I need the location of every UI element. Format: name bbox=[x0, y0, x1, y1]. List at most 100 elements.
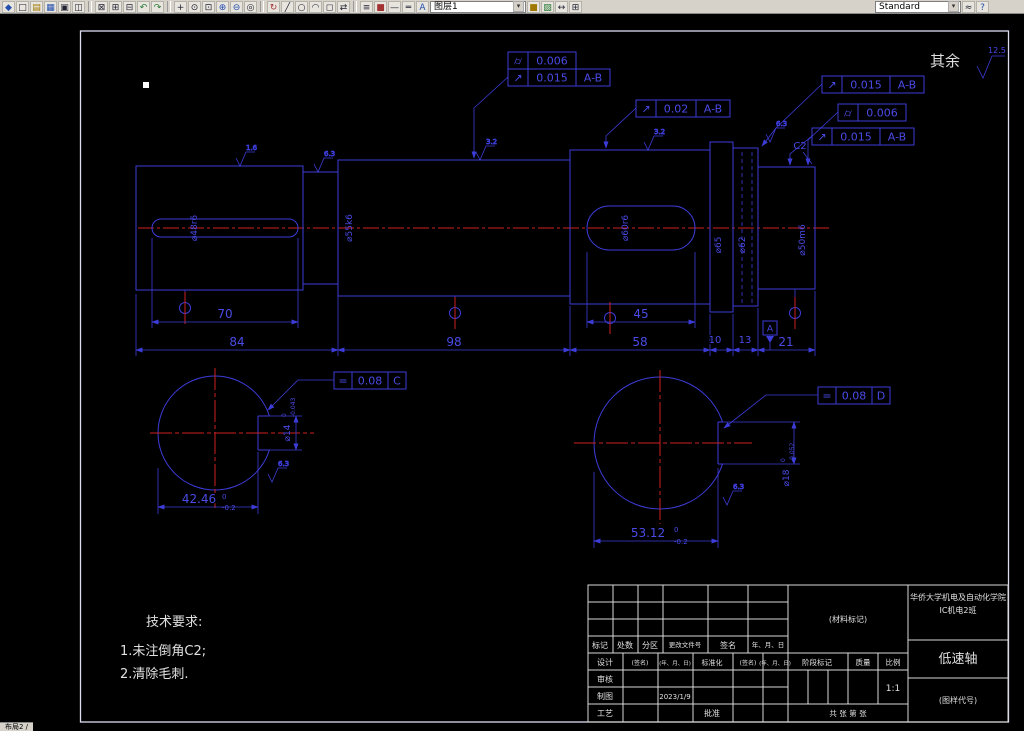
roughness-value: 3.2 bbox=[654, 128, 665, 136]
tb-header-count: 处数 bbox=[617, 640, 633, 650]
tb-draft-label: 制图 bbox=[597, 691, 613, 701]
tb-scale-label: 比例 bbox=[886, 657, 901, 667]
fcf-datum: D bbox=[877, 390, 885, 403]
fcf-symbol: = bbox=[822, 390, 831, 403]
tb-date-hint: (年、月、日) bbox=[659, 659, 691, 667]
tb-school-line2: IC机电2班 bbox=[939, 605, 976, 615]
surface-note-value: 12.5 bbox=[988, 46, 1006, 55]
draw-arc-icon[interactable]: ◠ bbox=[309, 0, 322, 13]
regen-icon[interactable]: ↻ bbox=[267, 0, 280, 13]
fcf-datum: C bbox=[393, 375, 401, 388]
toolbar-separator bbox=[88, 1, 92, 12]
tech-req-item: 2.清除毛刺. bbox=[120, 667, 189, 682]
cut-icon[interactable]: ⊠ bbox=[95, 0, 108, 13]
tb-stage-label: 阶段标记 bbox=[802, 657, 832, 667]
fcf-value: 0.015 bbox=[536, 72, 568, 85]
dimension-tool-icon[interactable]: ↔ bbox=[555, 0, 568, 13]
zoom-extents-icon[interactable]: ◎ bbox=[244, 0, 257, 13]
erase-icon[interactable]: ◻ bbox=[323, 0, 336, 13]
layout-tab[interactable]: 布局2 / bbox=[0, 722, 34, 731]
dia-label-4: ⌀65 bbox=[714, 237, 724, 254]
toolbar: ◆ □ ▤ ▦ ▣ ◫ ⊠ ⊞ ⊟ ↶ ↷ + ⊙ ⊡ ⊕ ⊖ ◎ ↻ ╱ ○ … bbox=[0, 0, 1024, 14]
open-file-icon[interactable]: ▤ bbox=[30, 0, 43, 13]
help-icon[interactable]: ? bbox=[976, 0, 989, 13]
table-tool-icon[interactable]: ⊞ bbox=[569, 0, 582, 13]
print-icon[interactable]: ▣ bbox=[58, 0, 71, 13]
dim-58: 58 bbox=[632, 335, 647, 349]
chevron-down-icon[interactable]: ▾ bbox=[513, 1, 524, 12]
layer-combo-value: 图层1 bbox=[434, 1, 458, 12]
roughness-value: 6.3 bbox=[733, 483, 744, 491]
tech-req-item: 1.未注倒角C2; bbox=[120, 644, 206, 659]
layer-color-icon[interactable]: ■ bbox=[374, 0, 387, 13]
fcf-datum: A-B bbox=[584, 72, 602, 85]
roughness-value: 6.3 bbox=[278, 460, 289, 468]
fcf-symbol: ⌭ bbox=[844, 107, 852, 120]
svg-text:-0.043: -0.043 bbox=[290, 397, 297, 417]
print-preview-icon[interactable]: ◫ bbox=[72, 0, 85, 13]
match-properties-icon[interactable]: ≈ bbox=[962, 0, 975, 13]
cad-drawing: 70 84 98 45 58 10 13 21 ⌀48r6 ⌀55k6 ⌀60r… bbox=[0, 14, 1024, 731]
pan-icon[interactable]: + bbox=[174, 0, 187, 13]
style-combo-value: Standard bbox=[879, 1, 920, 12]
surface-note-label: 其余 bbox=[930, 52, 960, 70]
dia-label-6: ⌀50m6 bbox=[798, 224, 808, 256]
dim-70: 70 bbox=[217, 307, 232, 321]
dia-label-3: ⌀60r6 bbox=[621, 215, 631, 242]
selection-grip[interactable] bbox=[143, 82, 149, 88]
linetype-icon[interactable]: — bbox=[388, 0, 401, 13]
section-b-tol-top: 0 bbox=[674, 526, 678, 534]
lineweight-icon[interactable]: ═ bbox=[402, 0, 415, 13]
zoom-in-icon[interactable]: ⊕ bbox=[216, 0, 229, 13]
roughness-value: 3.2 bbox=[486, 138, 497, 146]
hatch-tool-icon[interactable]: ▨ bbox=[541, 0, 554, 13]
move-icon[interactable]: ⇄ bbox=[337, 0, 350, 13]
paste-icon[interactable]: ⊟ bbox=[123, 0, 136, 13]
roughness-value: 6.3 bbox=[324, 150, 335, 158]
tb-header-sign: 签名 bbox=[720, 640, 736, 650]
undo-icon[interactable]: ↶ bbox=[137, 0, 150, 13]
zoom-realtime-icon[interactable]: ⊙ bbox=[188, 0, 201, 13]
fcf-symbol: ↗ bbox=[827, 79, 836, 92]
dim-45: 45 bbox=[633, 307, 648, 321]
copy-icon[interactable]: ⊞ bbox=[109, 0, 122, 13]
tb-header-doc: 更改文件号 bbox=[669, 640, 702, 649]
dim-84: 84 bbox=[229, 335, 244, 349]
fcf-symbol: ↗ bbox=[513, 72, 522, 85]
toolbar-separator bbox=[167, 1, 171, 12]
fcf-symbol: ⌭ bbox=[514, 55, 522, 68]
dim-10: 10 bbox=[709, 335, 722, 346]
color-swatch-icon[interactable]: ■ bbox=[527, 0, 540, 13]
tb-part-name: 低速轴 bbox=[938, 652, 977, 667]
fcf-value: 0.006 bbox=[866, 107, 898, 120]
fcf-symbol: ↗ bbox=[817, 131, 826, 144]
tb-school-line1: 华侨大学机电及自动化学院 bbox=[910, 592, 1006, 602]
tb-scale-value: 1:1 bbox=[886, 684, 900, 694]
zoom-out-icon[interactable]: ⊖ bbox=[230, 0, 243, 13]
save-icon[interactable]: ▦ bbox=[44, 0, 57, 13]
text-style-icon[interactable]: A bbox=[416, 0, 429, 13]
tb-sign-hint: (签名) bbox=[740, 659, 757, 667]
drawing-canvas[interactable]: 70 84 98 45 58 10 13 21 ⌀48r6 ⌀55k6 ⌀60r… bbox=[0, 14, 1024, 731]
tb-material: (材料标记) bbox=[829, 614, 867, 624]
text-style-combo[interactable]: Standard ▾ bbox=[875, 0, 961, 13]
tb-standard-label: 标准化 bbox=[702, 658, 723, 667]
tb-date-value: 2023/1/9 bbox=[659, 693, 690, 701]
draw-circle-icon[interactable]: ○ bbox=[295, 0, 308, 13]
app-icon[interactable]: ◆ bbox=[2, 0, 15, 13]
dia-label-1: ⌀48r6 bbox=[190, 215, 200, 242]
layers-icon[interactable]: ≡ bbox=[360, 0, 373, 13]
tech-req-title: 技术要求: bbox=[146, 615, 202, 630]
layer-combo[interactable]: 图层1 ▾ bbox=[430, 0, 526, 13]
tb-approve-label: 批准 bbox=[704, 708, 720, 718]
redo-icon[interactable]: ↷ bbox=[151, 0, 164, 13]
tb-check-label: 审核 bbox=[597, 674, 613, 684]
zoom-window-icon[interactable]: ⊡ bbox=[202, 0, 215, 13]
toolbar-separator bbox=[260, 1, 264, 12]
chevron-down-icon[interactable]: ▾ bbox=[948, 1, 959, 12]
new-file-icon[interactable]: □ bbox=[16, 0, 29, 13]
fcf-value: 0.015 bbox=[840, 131, 872, 144]
svg-text:⌀14: ⌀14 bbox=[283, 424, 293, 441]
fcf-value: 0.08 bbox=[842, 390, 867, 403]
draw-line-icon[interactable]: ╱ bbox=[281, 0, 294, 13]
